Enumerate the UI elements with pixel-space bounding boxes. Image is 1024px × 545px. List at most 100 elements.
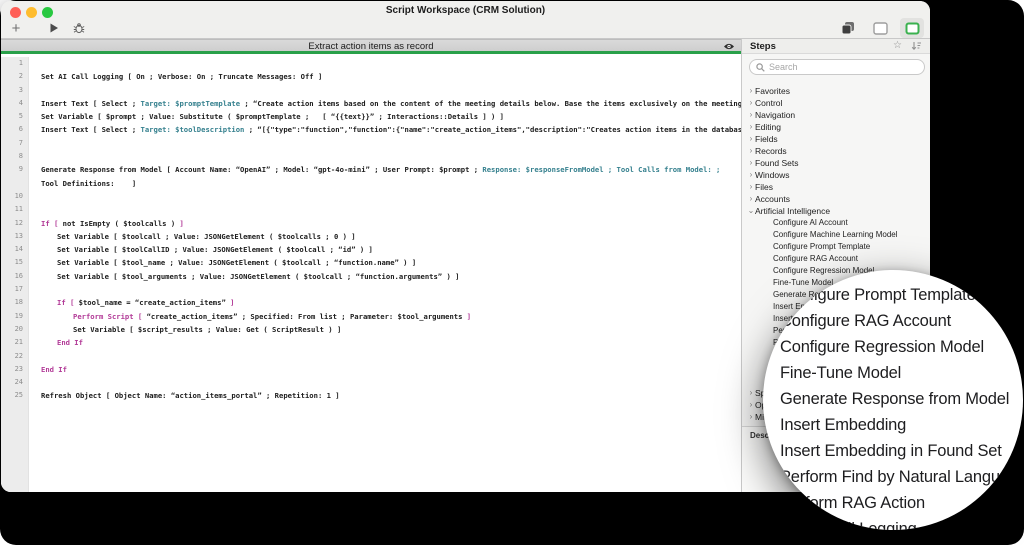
magnified-steps-list: Configure Prompt Template Configure RAG A…: [780, 282, 1023, 530]
chevron-right-icon[interactable]: ›: [747, 399, 755, 411]
steps-category-windows[interactable]: › Windows: [742, 169, 930, 181]
script-row[interactable]: 17: [1, 283, 741, 296]
steps-category-records[interactable]: › Records: [742, 145, 930, 157]
steps-category-editing[interactable]: › Editing: [742, 121, 930, 133]
chevron-right-icon[interactable]: ›: [747, 157, 755, 169]
steps-category-fields[interactable]: › Fields: [742, 133, 930, 145]
chevron-down-icon[interactable]: ⌄: [747, 205, 755, 217]
steps-item-configure-rag-account[interactable]: Configure RAG Account: [742, 253, 930, 265]
green-pane-icon: [905, 22, 919, 34]
chevron-right-icon[interactable]: ›: [747, 85, 755, 97]
script-row[interactable]: 16 Set Variable [ $tool_arguments ; Value…: [1, 270, 741, 283]
line-number: 13: [14, 231, 23, 240]
chevron-right-icon[interactable]: ›: [747, 193, 755, 205]
script-row[interactable]: 24: [1, 376, 741, 389]
line-number: 10: [14, 191, 23, 200]
search-icon: [756, 62, 765, 72]
script-row[interactable]: 9 Generate Response from Model [ Account …: [1, 163, 741, 176]
line-number: 9: [18, 165, 23, 174]
chevron-right-icon[interactable]: ›: [747, 387, 755, 399]
steps-label: Configure Machine Learning Model: [773, 230, 898, 239]
line-number: 17: [14, 285, 23, 294]
debug-script-button[interactable]: [70, 19, 88, 37]
script-step-text: Perform Script [ “create_action_items” ;…: [73, 311, 472, 321]
panes-view-button[interactable]: [836, 18, 860, 38]
script-row[interactable]: 2 Set AI Call Logging [ On ; Verbose: On …: [1, 70, 741, 83]
script-row[interactable]: 7: [1, 137, 741, 150]
script-row[interactable]: 19 Perform Script [ “create_action_items”…: [1, 310, 741, 323]
script-row[interactable]: 18 If [ $tool_name = “create_action_items…: [1, 296, 741, 309]
script-row[interactable]: 13 Set Variable [ $toolcall ; Value: JSON…: [1, 230, 741, 243]
steps-category-artificial-intelligence[interactable]: ⌄ Artificial Intelligence: [742, 205, 930, 217]
script-step-text: Set Variable [ $script_results ; Value: …: [73, 324, 342, 334]
script-step-text: Set Variable [ $prompt ; Value: Substitu…: [41, 112, 505, 122]
steps-label: Favorites: [755, 86, 790, 96]
script-step-text: Set Variable [ $toolCallID ; Value: JSON…: [57, 245, 373, 255]
play-icon: [50, 23, 58, 33]
steps-category-found-sets[interactable]: › Found Sets: [742, 157, 930, 169]
chevron-right-icon[interactable]: ›: [747, 133, 755, 145]
steps-item-configure-ai-account[interactable]: Configure AI Account: [742, 217, 930, 229]
chevron-right-icon[interactable]: ›: [747, 169, 755, 181]
line-number: 6: [18, 125, 23, 134]
line-number: 12: [14, 218, 23, 227]
script-row[interactable]: 14 Set Variable [ $toolCallID ; Value: JS…: [1, 243, 741, 256]
line-number: 18: [14, 298, 23, 307]
steps-label: Files: [755, 182, 773, 192]
script-row[interactable]: 23 End If: [1, 363, 741, 376]
steps-category-control[interactable]: › Control: [742, 97, 930, 109]
script-step-text: If [ not IsEmpty ( $toolcalls ) ]: [41, 218, 184, 228]
script-row[interactable]: 3: [1, 84, 741, 97]
sidebar-pane-view-button-selected[interactable]: [900, 18, 924, 38]
steps-category-accounts[interactable]: › Accounts: [742, 193, 930, 205]
script-row[interactable]: 25 Refresh Object [ Object Name: “action_…: [1, 389, 741, 402]
script-row[interactable]: 1: [1, 57, 741, 70]
script-row[interactable]: 8: [1, 150, 741, 163]
steps-search-field[interactable]: [749, 59, 925, 75]
script-step-text: [29, 350, 741, 363]
script-row[interactable]: 21 End If: [1, 336, 741, 349]
steps-item-configure-machine-learning-model[interactable]: Configure Machine Learning Model: [742, 229, 930, 241]
chevron-right-icon[interactable]: ›: [747, 145, 755, 157]
script-row[interactable]: 6 Insert Text [ Select ; Target: $toolDes…: [1, 123, 741, 136]
chevron-right-icon[interactable]: ›: [747, 181, 755, 193]
bug-icon: [73, 23, 85, 34]
chevron-right-icon[interactable]: ›: [747, 109, 755, 121]
script-row[interactable]: 11: [1, 203, 741, 216]
favorite-star-icon[interactable]: ☆: [893, 40, 902, 51]
script-editor[interactable]: 1 2 Set AI Call Logging [ On ; Verbose: On…: [1, 57, 741, 492]
script-row[interactable]: 22: [1, 350, 741, 363]
script-row[interactable]: 5 Set Variable [ $prompt ; Value: Substit…: [1, 110, 741, 123]
steps-category-navigation[interactable]: › Navigation: [742, 109, 930, 121]
script-row[interactable]: 15 Set Variable [ $tool_name ; Value: JSO…: [1, 256, 741, 269]
steps-category-favorites[interactable]: › Favorites: [742, 85, 930, 97]
line-number: 4: [18, 98, 23, 107]
script-step-text: Insert Text [ Select ; Target: $promptTe…: [41, 98, 741, 108]
title-bar: Script Workspace (CRM Solution) +: [1, 1, 930, 39]
steps-label: Control: [755, 98, 783, 108]
single-pane-view-button[interactable]: [868, 18, 892, 38]
magnified-step-configure-prompt-template: Configure Prompt Template: [780, 286, 976, 304]
line-number: 16: [14, 271, 23, 280]
search-input[interactable]: [769, 62, 918, 72]
magnified-step-fine-tune-model: Fine-Tune Model: [780, 364, 902, 382]
steps-item-configure-prompt-template[interactable]: Configure Prompt Template: [742, 241, 930, 253]
script-row[interactable]: 12 If [ not IsEmpty ( $toolcalls ) ]: [1, 217, 741, 230]
chevron-right-icon[interactable]: ›: [747, 121, 755, 133]
script-tab[interactable]: Extract action items as record: [1, 41, 741, 52]
chevron-right-icon[interactable]: ›: [747, 97, 755, 109]
new-script-button[interactable]: +: [7, 19, 25, 37]
run-script-button[interactable]: [45, 19, 63, 37]
sort-icon[interactable]: [911, 41, 922, 51]
steps-label: Configure RAG Account: [773, 254, 858, 263]
line-number: 2: [18, 72, 23, 81]
steps-category-files[interactable]: › Files: [742, 181, 930, 193]
line-number: 3: [18, 85, 23, 94]
script-row[interactable]: 4 Insert Text [ Select ; Target: $promptT…: [1, 97, 741, 110]
script-row[interactable]: Tool Definitions: ]: [1, 177, 741, 190]
eye-icon[interactable]: [723, 42, 735, 51]
script-row[interactable]: 10: [1, 190, 741, 203]
script-row[interactable]: 20 Set Variable [ $script_results ; Value…: [1, 323, 741, 336]
chevron-right-icon[interactable]: ›: [747, 411, 755, 423]
steps-label: Fields: [755, 134, 778, 144]
